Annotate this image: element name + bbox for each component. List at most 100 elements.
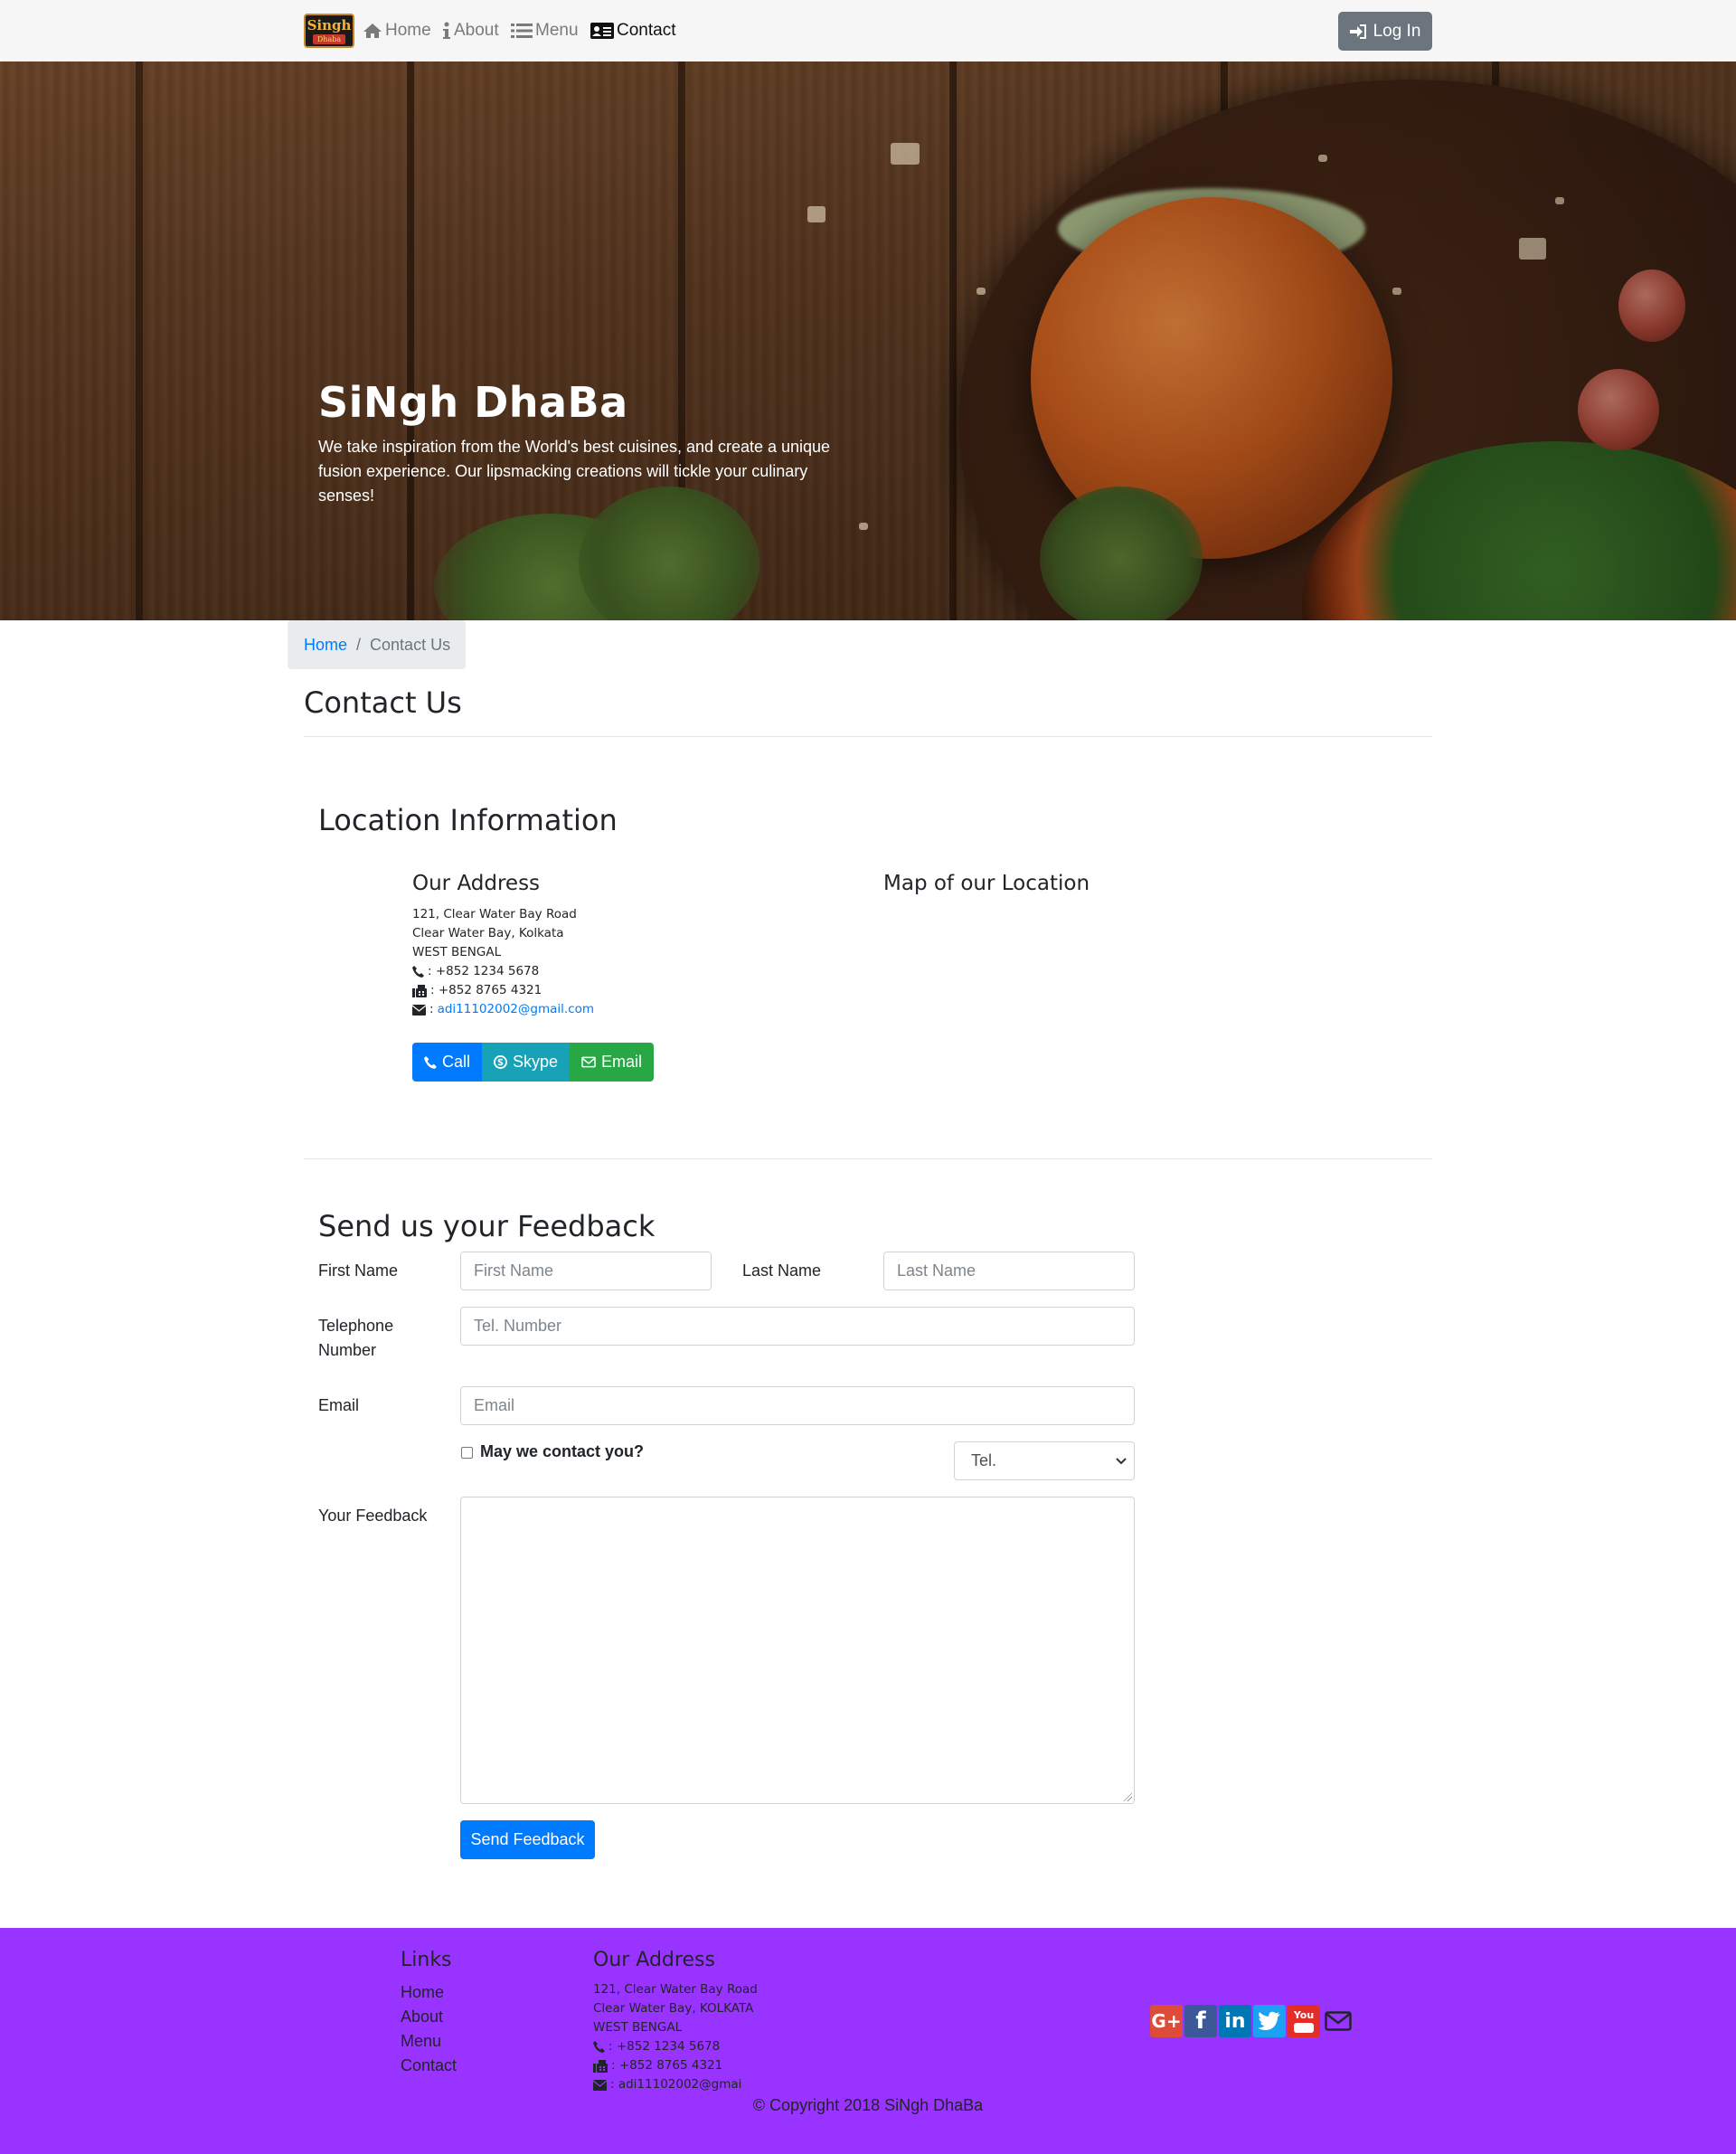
email-input[interactable] bbox=[460, 1386, 1135, 1425]
email-link[interactable]: adi11102002@gmail.com bbox=[438, 1000, 594, 1019]
telephone-label-line: Number bbox=[318, 1341, 377, 1359]
nav-home-label: Home bbox=[385, 21, 431, 40]
fax-number: : +852 8765 4321 bbox=[430, 983, 542, 997]
email-row: : adi11102002@gmail.com bbox=[412, 1000, 594, 1019]
telephone-label-line: Telephone bbox=[318, 1317, 394, 1335]
contact-consent-label: May we contact you? bbox=[480, 1442, 645, 1460]
mail-icon[interactable] bbox=[1322, 2005, 1354, 2037]
logo-text-bottom: Dhaba bbox=[313, 34, 345, 44]
footer-fax: : +852 8765 4321 bbox=[611, 2058, 723, 2073]
list-icon bbox=[511, 24, 533, 38]
fax-icon bbox=[412, 984, 427, 997]
feedback-label: Your Feedback bbox=[318, 1507, 428, 1525]
email-button[interactable]: Email bbox=[570, 1043, 654, 1082]
telephone-label: Telephone Number bbox=[318, 1314, 393, 1363]
chevron-down-icon bbox=[1116, 1457, 1127, 1464]
footer-link-menu[interactable]: Menu bbox=[401, 2029, 457, 2054]
breadcrumb-home-link[interactable]: Home bbox=[304, 636, 347, 655]
footer-email: : adi11102002@gmai bbox=[610, 2077, 742, 2092]
nav-item-menu[interactable]: Menu bbox=[511, 19, 579, 43]
footer-address-title: Our Address bbox=[593, 1949, 715, 1971]
hero-description: We take inspiration from the World's bes… bbox=[318, 438, 831, 505]
login-button[interactable]: Log In bbox=[1338, 12, 1432, 51]
call-button[interactable]: Call bbox=[412, 1043, 482, 1082]
breadcrumb-current: Contact Us bbox=[370, 635, 451, 654]
divider bbox=[304, 736, 1432, 737]
contact-button-group: Call Skype Email bbox=[412, 1043, 654, 1082]
fax-icon bbox=[593, 2059, 608, 2073]
last-name-input[interactable] bbox=[883, 1252, 1135, 1290]
email-prefix: : bbox=[429, 1002, 434, 1016]
hero-overlay bbox=[0, 61, 1736, 620]
nav-about-label: About bbox=[454, 21, 499, 40]
phone-icon bbox=[593, 2041, 605, 2053]
nav-item-home[interactable]: Home bbox=[363, 19, 431, 43]
last-name-label: Last Name bbox=[742, 1261, 822, 1280]
footer-link-home[interactable]: Home bbox=[401, 1980, 457, 2005]
divider bbox=[304, 1158, 1432, 1159]
footer-address: 121, Clear Water Bay Road Clear Water Ba… bbox=[593, 1980, 758, 2094]
hero-banner: SiNgh DhaBa We take inspiration from the… bbox=[0, 61, 1736, 620]
phone-icon bbox=[424, 1055, 437, 1069]
feedback-section-title: Send us your Feedback bbox=[318, 1209, 656, 1243]
youtube-label-tube bbox=[1294, 2022, 1314, 2033]
footer-email-row: : adi11102002@gmai bbox=[593, 2075, 758, 2094]
youtube-icon[interactable]: You bbox=[1288, 2005, 1320, 2037]
login-label: Log In bbox=[1373, 21, 1421, 41]
home-icon bbox=[363, 24, 382, 38]
hero-title: SiNgh DhaBa bbox=[318, 378, 628, 427]
envelope-icon bbox=[593, 2079, 607, 2091]
footer-fax-row: : +852 8765 4321 bbox=[593, 2056, 758, 2075]
facebook-icon[interactable]: f bbox=[1184, 2005, 1217, 2037]
page-title: Contact Us bbox=[304, 685, 462, 720]
info-icon bbox=[443, 22, 450, 39]
envelope-icon bbox=[412, 1004, 426, 1016]
call-label: Call bbox=[441, 1053, 470, 1071]
footer-address-line: Clear Water Bay, KOLKATA bbox=[593, 2001, 754, 2016]
first-name-input[interactable] bbox=[460, 1252, 712, 1290]
address-line: WEST BENGAL bbox=[412, 945, 502, 959]
google-plus-icon[interactable]: G+ bbox=[1150, 2005, 1183, 2037]
phone-row: : +852 1234 5678 bbox=[412, 962, 594, 981]
navbar: Singh Dhaba Home About Menu Contact Log … bbox=[0, 0, 1736, 61]
phone-icon bbox=[412, 966, 424, 978]
address-line: 121, Clear Water Bay Road bbox=[412, 907, 577, 921]
skype-button[interactable]: Skype bbox=[482, 1043, 570, 1082]
location-section-title: Location Information bbox=[318, 803, 618, 837]
footer-phone-row: : +852 1234 5678 bbox=[593, 2037, 758, 2056]
linkedin-icon[interactable]: in bbox=[1219, 2005, 1251, 2037]
telephone-input[interactable] bbox=[460, 1307, 1135, 1346]
resize-handle-icon[interactable] bbox=[1123, 1792, 1132, 1801]
footer-link-contact[interactable]: Contact bbox=[401, 2054, 457, 2078]
envelope-icon bbox=[581, 1056, 596, 1068]
footer-links-title: Links bbox=[401, 1949, 452, 1971]
contact-method-value: Tel. bbox=[971, 1451, 997, 1469]
logo-text-top: Singh bbox=[307, 17, 352, 33]
contact-method-select[interactable]: Tel. bbox=[954, 1441, 1135, 1480]
breadcrumb-separator: / bbox=[356, 635, 362, 654]
skype-icon bbox=[494, 1055, 507, 1069]
nav-item-about[interactable]: About bbox=[442, 19, 499, 43]
twitter-icon[interactable] bbox=[1253, 2005, 1286, 2037]
footer bbox=[0, 1928, 1736, 2154]
sign-in-icon bbox=[1349, 24, 1366, 39]
envelope-outline-icon bbox=[1325, 2011, 1352, 2031]
skype-label: Skype bbox=[512, 1053, 558, 1071]
address-line: Clear Water Bay, Kolkata bbox=[412, 926, 564, 940]
footer-link-about[interactable]: About bbox=[401, 2005, 457, 2029]
first-name-label: First Name bbox=[318, 1261, 399, 1280]
phone-number: : +852 1234 5678 bbox=[428, 964, 540, 978]
social-links: G+ f in You bbox=[1150, 2005, 1354, 2037]
breadcrumb: Home / Contact Us bbox=[288, 620, 466, 669]
youtube-label: You bbox=[1293, 2008, 1315, 2021]
footer-phone: : +852 1234 5678 bbox=[609, 2039, 721, 2054]
footer-links: Home About Menu Contact bbox=[401, 1980, 457, 2078]
brand-logo[interactable]: Singh Dhaba bbox=[304, 14, 354, 48]
nav-item-contact[interactable]: Contact bbox=[590, 19, 675, 43]
feedback-textarea[interactable] bbox=[460, 1497, 1135, 1804]
nav-contact-label: Contact bbox=[617, 21, 676, 40]
contact-consent-checkbox[interactable] bbox=[461, 1447, 473, 1459]
send-feedback-button[interactable]: Send Feedback bbox=[460, 1820, 595, 1859]
footer-address-line: 121, Clear Water Bay Road bbox=[593, 1982, 758, 1997]
address-title: Our Address bbox=[412, 872, 541, 895]
